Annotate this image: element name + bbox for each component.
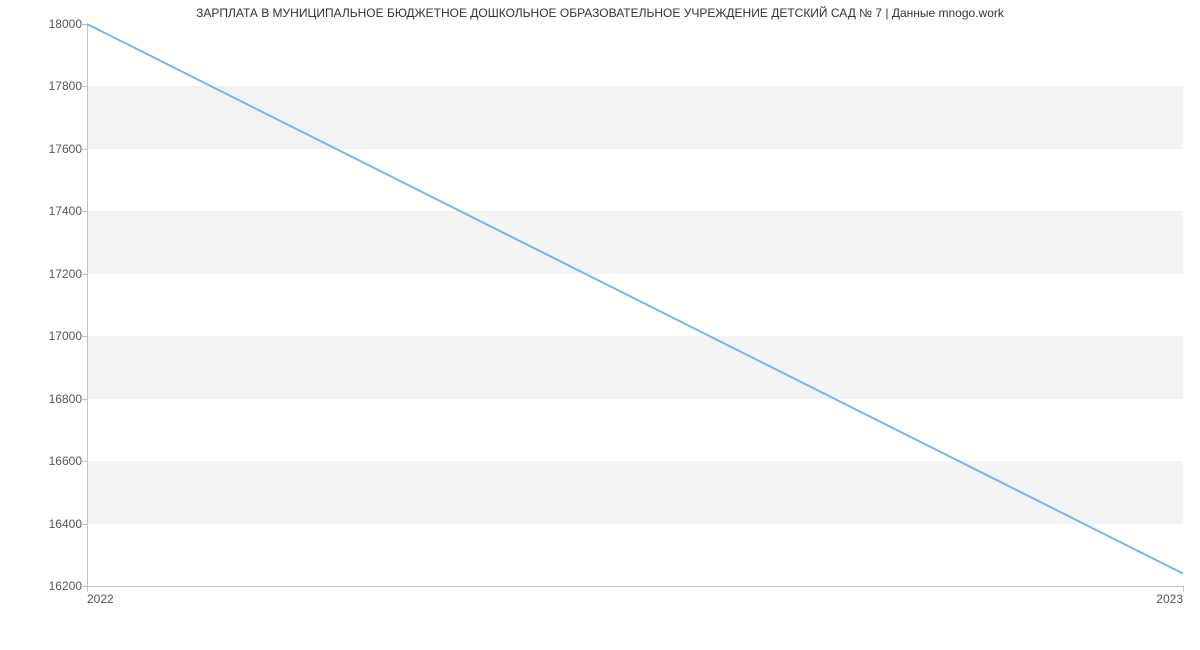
x-tick-mark: [87, 586, 88, 592]
y-tick-label: 16600: [49, 454, 82, 468]
line-layer: [87, 24, 1183, 586]
y-tick-mark: [81, 336, 87, 337]
y-tick-label: 17400: [49, 204, 82, 218]
y-tick-mark: [81, 211, 87, 212]
y-tick-mark: [81, 86, 87, 87]
x-tick-label: 2022: [87, 592, 114, 606]
y-tick-mark: [81, 524, 87, 525]
y-tick-mark: [81, 149, 87, 150]
y-tick-label: 17800: [49, 79, 82, 93]
y-tick-mark: [81, 24, 87, 25]
y-tick-mark: [81, 274, 87, 275]
y-tick-label: 16400: [49, 517, 82, 531]
y-tick-mark: [81, 399, 87, 400]
x-tick-label: 2023: [1156, 592, 1183, 606]
chart-title: ЗАРПЛАТА В МУНИЦИПАЛЬНОЕ БЮДЖЕТНОЕ ДОШКО…: [0, 6, 1200, 20]
y-tick-label: 16200: [49, 579, 82, 593]
y-tick-label: 16800: [49, 392, 82, 406]
y-tick-label: 17600: [49, 142, 82, 156]
y-tick-label: 17000: [49, 329, 82, 343]
chart-container: ЗАРПЛАТА В МУНИЦИПАЛЬНОЕ БЮДЖЕТНОЕ ДОШКО…: [0, 0, 1200, 650]
y-tick-mark: [81, 461, 87, 462]
x-tick-mark: [1183, 586, 1184, 592]
y-tick-label: 17200: [49, 267, 82, 281]
y-tick-label: 18000: [49, 17, 82, 31]
x-axis-line: [87, 586, 1183, 587]
series-line: [87, 24, 1183, 574]
